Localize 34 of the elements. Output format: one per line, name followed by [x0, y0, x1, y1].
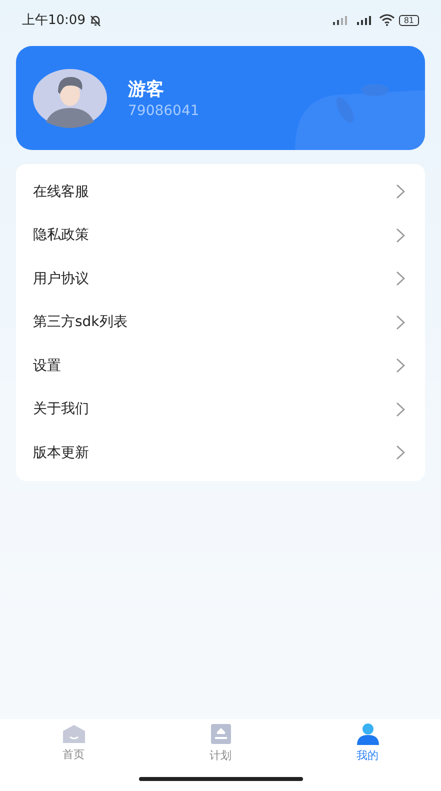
chevron-right-icon — [396, 184, 405, 200]
menu-item[interactable]: 版本更新 — [16, 431, 425, 474]
tab[interactable]: 首页 — [34, 724, 114, 762]
wifi-icon — [378, 14, 395, 26]
tab[interactable]: 计划 — [180, 723, 260, 763]
user-name: 游客 — [128, 78, 165, 101]
menu-item[interactable]: 在线客服 — [16, 170, 425, 214]
clipboard-icon — [210, 723, 232, 745]
menu-label: 设置 — [33, 356, 61, 375]
battery-indicator: 81 — [398, 14, 419, 26]
menu-item[interactable]: 隐私政策 — [16, 214, 425, 257]
menu-label: 版本更新 — [33, 444, 89, 462]
chevron-right-icon — [396, 314, 405, 330]
menu-item[interactable]: 第三方sdk列表 — [16, 300, 425, 344]
person-icon — [354, 723, 380, 745]
chevron-right-icon — [396, 358, 405, 374]
avatar-icon — [32, 68, 108, 128]
menu-item[interactable]: 用户协议 — [16, 257, 425, 300]
home-icon — [62, 724, 86, 744]
chevron-right-icon — [396, 445, 405, 460]
status-time: 上午10:09 — [22, 12, 86, 29]
menu-label: 隐私政策 — [33, 226, 89, 244]
chevron-right-icon — [396, 228, 405, 243]
menu-label: 第三方sdk列表 — [33, 313, 128, 332]
chevron-right-icon — [396, 271, 405, 286]
menu-label: 在线客服 — [33, 182, 89, 201]
menu-label: 关于我们 — [33, 400, 89, 418]
chevron-right-icon — [396, 402, 405, 417]
menu-item[interactable]: 设置 — [16, 344, 425, 388]
menu-label: 用户协议 — [33, 270, 89, 288]
bell-off-icon — [89, 14, 102, 26]
menu-item[interactable]: 关于我们 — [16, 388, 425, 431]
user-id: 79086041 — [128, 103, 200, 119]
tab[interactable]: 我的 — [328, 723, 408, 763]
